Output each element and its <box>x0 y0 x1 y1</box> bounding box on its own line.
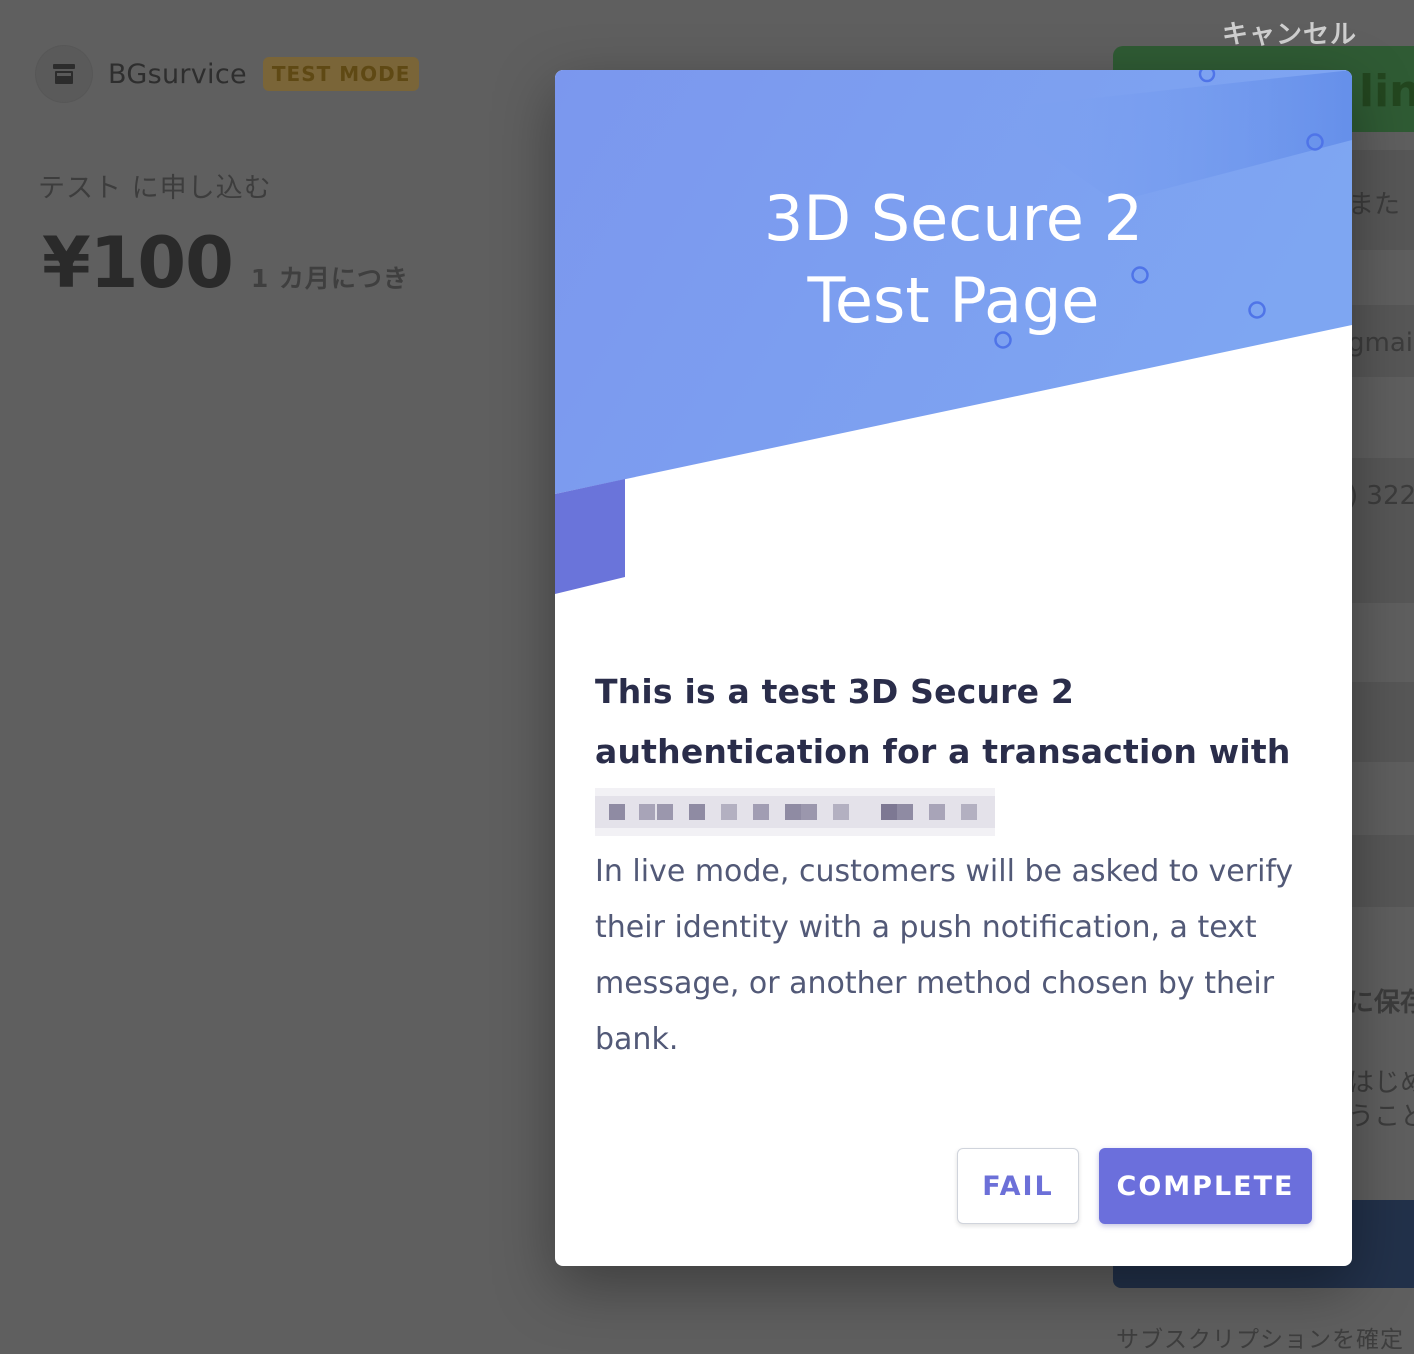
price-amount: ¥100 <box>42 222 234 304</box>
background-partial-text: はじめ <box>1348 1068 1414 1098</box>
subscribe-label: テスト に申し込む <box>38 173 272 204</box>
title-line-2: Test Page <box>807 264 1100 337</box>
background-partial-text: ) 322 <box>1348 481 1414 511</box>
auth-heading: This is a test 3D Secure 2 authenticatio… <box>595 672 1291 771</box>
store-icon <box>36 46 92 102</box>
link-button-label: lin <box>1359 66 1414 117</box>
price-row: ¥100 1 カ月につき <box>42 222 409 304</box>
header-illustration <box>555 70 1352 594</box>
merchant-name: BGsurvice <box>108 58 247 90</box>
background-partial-text: に保存 <box>1348 988 1414 1018</box>
fail-button[interactable]: FAIL <box>957 1148 1079 1224</box>
title-line-1: 3D Secure 2 <box>763 182 1144 255</box>
complete-button[interactable]: COMPLETE <box>1099 1148 1312 1224</box>
background-partial-text: gmai <box>1348 328 1413 358</box>
redacted-merchant-name <box>595 788 995 836</box>
auth-info-text: In live mode, customers will be asked to… <box>595 854 1294 1057</box>
merchant-header: BGsurvice TEST MODE <box>36 46 420 102</box>
modal-title: 3D Secure 2 Test Page <box>555 178 1352 342</box>
background-partial-text: うこと <box>1348 1102 1414 1132</box>
background-partial-text: また <box>1348 190 1401 220</box>
billing-period: 1 カ月につき <box>250 264 409 293</box>
test-mode-badge: TEST MODE <box>262 57 420 91</box>
3ds-test-modal: 3D Secure 2 Test Page This is a test 3D … <box>555 70 1352 1266</box>
modal-body: This is a test 3D Secure 2 authenticatio… <box>595 662 1315 1068</box>
subscription-note: サブスクリプションを確定 <box>1116 1327 1404 1353</box>
